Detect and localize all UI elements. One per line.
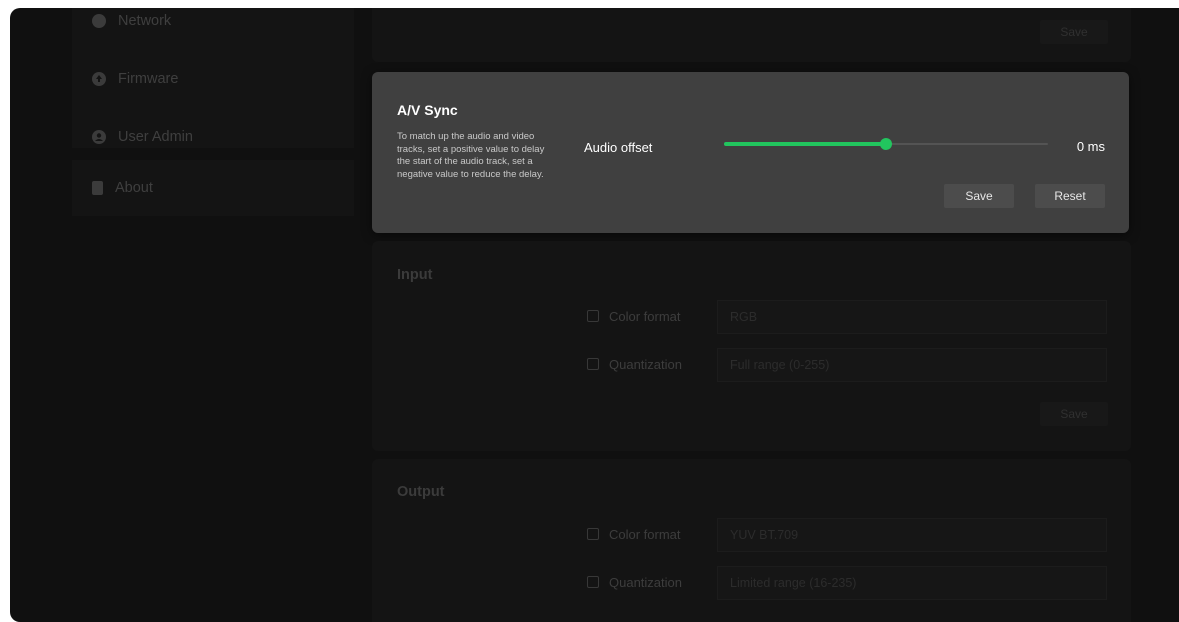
reset-button[interactable]: Reset [1035,184,1105,208]
save-button[interactable]: Save [944,184,1014,208]
app-window: Network Firmware User Admin About Save A… [10,8,1179,622]
quantization-checkbox[interactable] [587,576,599,588]
card-title: Output [397,484,445,500]
quantization-row: Quantization Full range (0-255) [587,348,1107,382]
save-button[interactable]: Save [1040,20,1108,44]
quantization-row: Quantization Limited range (16-235) [587,566,1107,600]
sidebar-item-label: Firmware [118,71,179,87]
sidebar-item-label: User Admin [118,129,193,145]
quantization-checkbox[interactable] [587,358,599,370]
sidebar-item-label: Network [118,13,172,29]
color-format-row: Color format YUV BT.709 [587,518,1107,552]
color-format-field[interactable]: RGB [717,300,1107,334]
slider-fill [724,142,886,146]
sidebar-item-firmware[interactable]: Firmware [72,54,354,104]
sidebar-group: About [72,160,354,216]
sidebar-item-label: About [115,180,153,196]
color-format-field[interactable]: YUV BT.709 [717,518,1107,552]
input-card: Input Color format RGB Quantization Full… [372,241,1131,451]
quantization-field[interactable]: Full range (0-255) [717,348,1107,382]
color-format-label: Color format [609,527,681,542]
color-format-checkbox[interactable] [587,310,599,322]
slider-thumb[interactable] [880,138,892,150]
audio-offset-slider[interactable] [724,134,1048,154]
color-format-row: Color format RGB [587,300,1107,334]
sidebar-group: Network Firmware User Admin [72,8,354,148]
settings-card: Save [372,8,1131,62]
globe-icon [92,14,106,28]
color-format-checkbox[interactable] [587,528,599,540]
document-icon [92,181,103,195]
audio-offset-value: 0 ms [1076,139,1105,154]
quantization-field[interactable]: Limited range (16-235) [717,566,1107,600]
save-button[interactable]: Save [1040,402,1108,426]
color-format-label: Color format [609,309,681,324]
quantization-label: Quantization [609,357,682,372]
card-title: Input [397,267,433,283]
audio-offset-label: Audio offset [584,140,653,155]
card-description: To match up the audio and video tracks, … [397,131,545,180]
user-icon [92,130,106,144]
sidebar-item-about[interactable]: About [72,163,354,213]
sidebar-item-user-admin[interactable]: User Admin [72,112,354,162]
quantization-label: Quantization [609,575,682,590]
upload-icon [92,72,106,86]
sidebar-item-network[interactable]: Network [72,8,354,46]
av-sync-card: A/V Sync To match up the audio and video… [372,72,1129,233]
output-card: Output Color format YUV BT.709 Quantizat… [372,459,1131,622]
card-title: A/V Sync [397,102,458,118]
